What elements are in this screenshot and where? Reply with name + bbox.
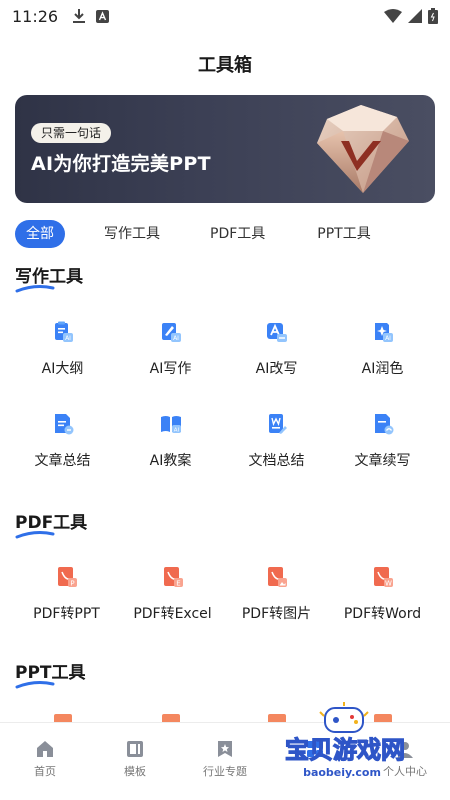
- tool-label: 文章总结: [34, 453, 91, 469]
- article-continue-icon: [374, 414, 393, 435]
- tool-pdf-to-image[interactable]: PDF转图片: [224, 565, 329, 623]
- battery-icon: [428, 8, 438, 24]
- nav-label-industry-topic: 行业专题: [203, 765, 247, 778]
- ai-polish-icon: AI: [374, 323, 393, 342]
- status-time: 11:26: [12, 6, 59, 26]
- tool-ai-rewrite[interactable]: AI改写: [224, 320, 329, 378]
- nav-label-home: 首页: [34, 765, 56, 778]
- section-title-ppt-text: PPT工具: [15, 663, 86, 683]
- tool-label: PDF转图片: [241, 606, 312, 622]
- tool-label: 文章续写: [354, 453, 411, 469]
- status-bar: 11:26: [0, 0, 450, 32]
- tool-ai-lesson-plan[interactable]: AI AI教案: [118, 412, 223, 470]
- section-underline-decoration: [15, 285, 55, 293]
- tab-writing[interactable]: 写作工具: [104, 220, 160, 248]
- page-title: 工具箱: [198, 55, 252, 76]
- ppt-tool-icon[interactable]: [52, 712, 76, 722]
- nav-item-home[interactable]: 首页: [0, 723, 90, 800]
- tab-ppt[interactable]: PPT工具: [317, 220, 370, 248]
- download-icon: [73, 9, 86, 23]
- ai-lesson-plan-icon: AI: [160, 416, 181, 434]
- svg-text:AI: AI: [173, 428, 179, 434]
- doc-summary-icon: [268, 414, 287, 434]
- ai-writing-icon: AI: [161, 323, 181, 342]
- app-header: 工具箱: [0, 48, 450, 84]
- tool-ai-writing[interactable]: AI AI写作: [118, 320, 223, 378]
- tool-article-summary[interactable]: 文章总结: [10, 412, 115, 470]
- tool-ai-outline[interactable]: AI AI大纲: [10, 320, 115, 378]
- ppt-tool-icon[interactable]: [160, 712, 184, 722]
- gem-logo-icon: [317, 105, 409, 193]
- tool-label: AI大纲: [41, 361, 84, 377]
- watermark-url: baobeiy.com: [303, 766, 381, 779]
- tool-label: PDF转Excel: [133, 606, 212, 622]
- tool-label: PDF转Word: [343, 606, 422, 622]
- banner-chip: 只需一句话: [31, 123, 112, 143]
- tool-label: 文档总结: [248, 453, 305, 469]
- home-icon: [37, 741, 53, 757]
- ai-outline-icon: AI: [54, 321, 73, 342]
- pdf-to-word-icon: W: [373, 567, 393, 588]
- ai-rewrite-icon: [266, 323, 287, 342]
- industry-topic-icon: [218, 741, 232, 757]
- section-title-pdf-text: PDF工具: [15, 513, 88, 533]
- section-title-ppt: PPT工具: [15, 658, 86, 689]
- nav-label-template: 模板: [124, 765, 146, 778]
- section-underline-decoration: [15, 531, 55, 539]
- svg-text:AI: AI: [385, 335, 391, 342]
- svg-text:AI: AI: [173, 335, 179, 342]
- signal-icon: [408, 9, 422, 23]
- nav-item-template[interactable]: 模板: [90, 723, 180, 800]
- tool-pdf-to-excel[interactable]: E PDF转Excel: [120, 565, 225, 623]
- tab-pdf[interactable]: PDF工具: [210, 220, 265, 248]
- app-notification-icon: [96, 9, 110, 23]
- tool-label: AI润色: [361, 361, 404, 377]
- watermark-logo: 宝贝游戏网 baobeiy.com: [284, 702, 406, 779]
- banner-headline: AI为你打造完美PPT: [31, 153, 211, 175]
- section-title-pdf: PDF工具: [15, 508, 88, 539]
- nav-item-industry-topic[interactable]: 行业专题: [180, 723, 270, 800]
- svg-text:AI: AI: [65, 335, 71, 342]
- tool-label: AI写作: [149, 361, 192, 377]
- section-underline-decoration: [15, 681, 55, 689]
- tool-label: AI改写: [255, 361, 298, 377]
- tab-all[interactable]: 全部: [15, 220, 65, 248]
- pdf-to-image-icon: [267, 567, 287, 587]
- tool-article-continue[interactable]: 文章续写: [330, 412, 435, 470]
- tool-label: PDF转PPT: [33, 606, 100, 622]
- tool-label: AI教案: [149, 453, 192, 469]
- svg-text:P: P: [70, 580, 74, 588]
- watermark-text: 宝贝游戏网: [285, 736, 405, 764]
- article-summary-icon: [54, 414, 73, 435]
- tool-doc-summary[interactable]: 文档总结: [224, 412, 329, 470]
- pdf-to-ppt-icon: P: [57, 567, 77, 588]
- pdf-to-excel-icon: E: [163, 567, 183, 588]
- wifi-icon: [384, 9, 402, 23]
- svg-text:W: W: [385, 580, 392, 588]
- category-tabs: 全部 写作工具 PDF工具 PPT工具: [15, 220, 435, 248]
- promo-banner[interactable]: 只需一句话 AI为你打造完美PPT: [15, 95, 435, 203]
- svg-text:E: E: [176, 580, 180, 588]
- tool-pdf-to-ppt[interactable]: P PDF转PPT: [14, 565, 119, 623]
- template-icon: [127, 741, 143, 757]
- tool-pdf-to-word[interactable]: W PDF转Word: [330, 565, 435, 623]
- tool-ai-polish[interactable]: AI AI润色: [330, 320, 435, 378]
- section-title-writing-text: 写作工具: [15, 267, 83, 287]
- section-title-writing: 写作工具: [15, 262, 83, 293]
